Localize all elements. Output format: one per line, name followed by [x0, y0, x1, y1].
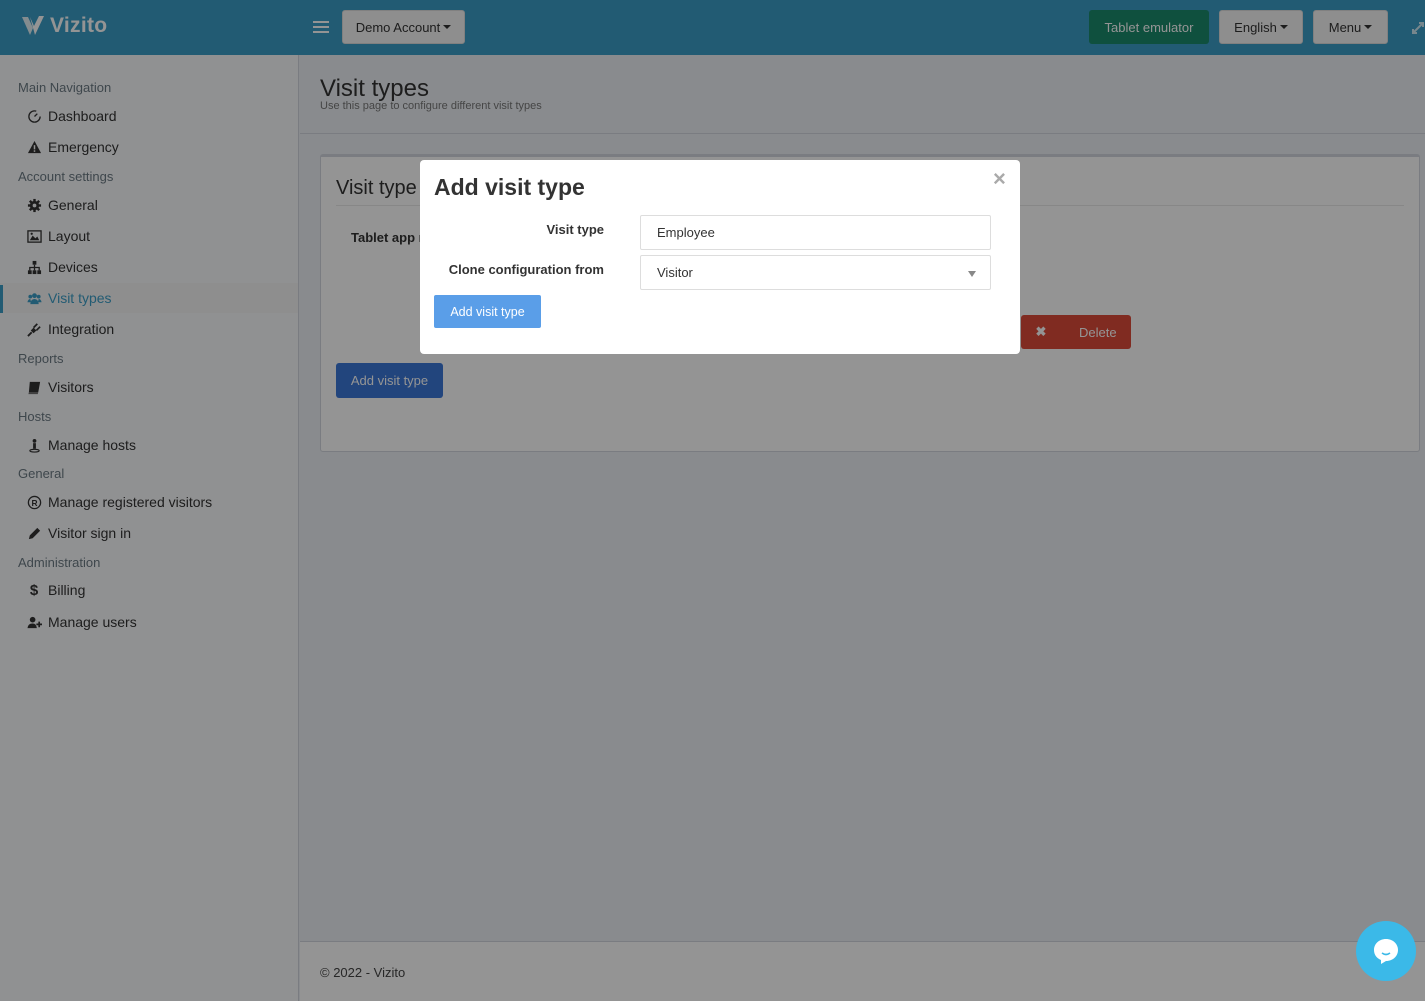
- clone-configuration-select[interactable]: Visitor: [640, 255, 991, 290]
- modal-add-visit-type-button[interactable]: Add visit type: [434, 295, 541, 328]
- add-visit-type-modal: Add visit type × Visit type Employee Clo…: [420, 160, 1020, 354]
- modal-close-button[interactable]: ×: [993, 166, 1006, 192]
- clone-configuration-value: Visitor: [657, 265, 693, 280]
- chat-widget-button[interactable]: [1356, 921, 1416, 981]
- visit-type-value: Employee: [657, 225, 715, 240]
- clone-configuration-label: Clone configuration from: [448, 262, 604, 277]
- visit-type-input[interactable]: Employee: [640, 215, 991, 250]
- visit-type-label: Visit type: [546, 222, 604, 237]
- modal-title: Add visit type: [434, 174, 585, 200]
- modal-backdrop[interactable]: [0, 0, 1425, 1001]
- caret-down-icon: [968, 271, 976, 277]
- chat-bubble-icon: [1374, 939, 1398, 964]
